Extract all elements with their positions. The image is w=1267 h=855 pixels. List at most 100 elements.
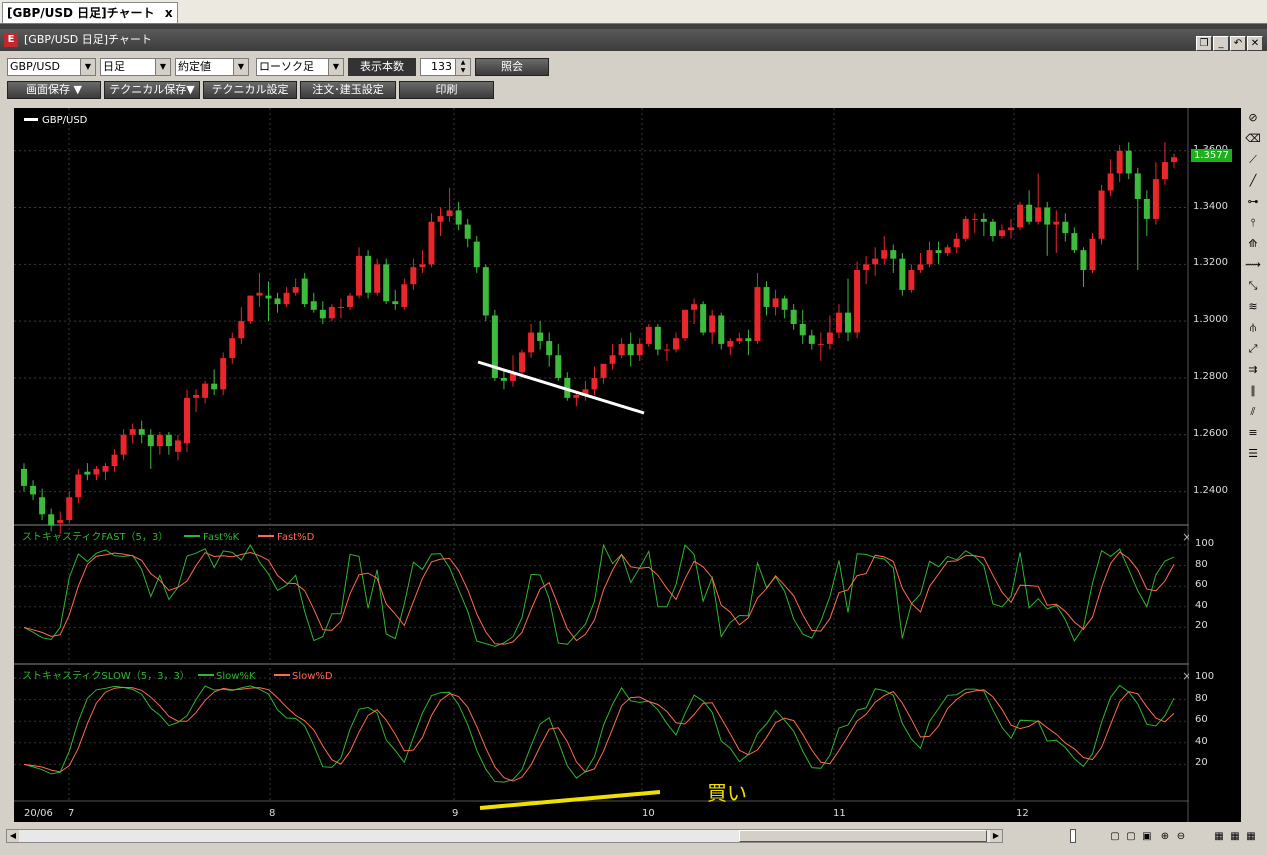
cycle-icon[interactable]: ⇉ bbox=[1245, 362, 1261, 378]
candle-body bbox=[1062, 221, 1069, 234]
print-button[interactable]: 印刷 bbox=[399, 81, 494, 99]
window-titlebar: E [GBP/USD 日足]チャート ❐ _ ↶ ✕ bbox=[0, 29, 1267, 51]
vertical-line-icon[interactable]: ⫯ bbox=[1245, 215, 1261, 231]
candle-body bbox=[1134, 173, 1141, 200]
period-select[interactable]: 日足 ▼ bbox=[100, 58, 171, 76]
candle-body bbox=[120, 434, 127, 455]
app-logo-icon: E bbox=[4, 33, 18, 47]
no-draw-icon[interactable]: ⊘ bbox=[1245, 110, 1261, 126]
display-count-input[interactable]: 133 ▲ ▼ bbox=[420, 58, 471, 76]
symbol-select[interactable]: GBP/USD ▼ bbox=[7, 58, 96, 76]
current-price-badge: 1.3577 bbox=[1191, 149, 1232, 163]
zoom-in-icon[interactable]: ⊕ bbox=[1158, 830, 1172, 843]
save-screen-button[interactable]: 画面保存 ▼ bbox=[7, 81, 101, 99]
price-type-value: 約定値 bbox=[178, 60, 211, 73]
candle-body bbox=[718, 315, 725, 344]
tile-icon-2[interactable]: ▦ bbox=[1228, 830, 1242, 843]
page-icon-2[interactable]: ▢ bbox=[1124, 830, 1138, 843]
equal-lines-icon[interactable]: ≡ bbox=[1245, 425, 1261, 441]
price-type-select[interactable]: 約定値 ▼ bbox=[175, 58, 249, 76]
candle-body bbox=[1008, 227, 1015, 231]
candle-body bbox=[446, 210, 453, 217]
window-title: [GBP/USD 日足]チャート bbox=[24, 33, 152, 46]
candle-body bbox=[21, 468, 27, 486]
candle-body bbox=[220, 358, 227, 390]
scroll-left-icon[interactable]: ◀ bbox=[7, 830, 19, 842]
eraser-icon[interactable]: ⌫ bbox=[1245, 131, 1261, 147]
candle-body bbox=[419, 264, 426, 268]
slow-y-tick-label: 20 bbox=[1195, 757, 1208, 769]
slow-y-tick-label: 80 bbox=[1195, 692, 1208, 704]
candle-body bbox=[917, 264, 924, 271]
scroll-right-icon[interactable]: ▶ bbox=[990, 830, 1002, 842]
candle-body bbox=[618, 343, 625, 356]
candle-body bbox=[1053, 221, 1060, 225]
scroll-thumb[interactable] bbox=[739, 830, 987, 842]
fast-k-label: Fast%K bbox=[203, 532, 240, 543]
candle-body bbox=[709, 315, 716, 333]
tile-icon-1[interactable]: ▦ bbox=[1212, 830, 1226, 843]
technical-settings-button[interactable]: テクニカル設定 bbox=[203, 81, 297, 99]
candle-body bbox=[75, 474, 82, 498]
line-icon[interactable]: ╱ bbox=[1245, 173, 1261, 189]
tile-icon-3[interactable]: ▦ bbox=[1244, 830, 1258, 843]
candle-body bbox=[872, 258, 879, 265]
candle-body bbox=[845, 312, 852, 333]
candle-body bbox=[935, 250, 942, 253]
regression-icon[interactable]: ⤡ bbox=[1245, 278, 1261, 294]
candle-body bbox=[301, 278, 308, 305]
candle-body bbox=[537, 332, 544, 342]
y-axis-labels: 1.36001.34001.32001.30001.28001.26001.24… bbox=[1189, 108, 1241, 822]
undo-icon[interactable]: ↶ bbox=[1230, 36, 1246, 51]
y-tick-label: 1.3200 bbox=[1193, 257, 1228, 269]
buy-annotation: 買い bbox=[707, 781, 747, 805]
x-axis-label: 9 bbox=[452, 808, 458, 819]
candle-body bbox=[1080, 250, 1087, 271]
candle-body bbox=[998, 230, 1005, 236]
close-tab-icon[interactable]: x bbox=[165, 3, 173, 23]
drawing-toolbar: ⊘ ⌫ ⟋ ╱ ⊶ ⫯ ⟰ ⟿ ⤡ ≋ ⫛ ⤢ ⇉ ∥ ⫽ ≡ ☰ bbox=[1243, 106, 1263, 823]
chart-canvas[interactable]: 買い GBP/USD ストキャスティクFAST（5，3） Fast%K Fast%D ×… bbox=[14, 108, 1189, 822]
spinner-icon[interactable]: ▲ ▼ bbox=[455, 59, 470, 75]
fibonacci-retracement-icon[interactable]: ≋ bbox=[1245, 299, 1261, 315]
chart-type-select[interactable]: ローソク足 ▼ bbox=[256, 58, 344, 76]
candle-body bbox=[1071, 233, 1078, 251]
fibonacci-arc-icon[interactable]: ⟿ bbox=[1245, 257, 1261, 273]
image-icon[interactable]: ▣ bbox=[1140, 830, 1154, 843]
document-tab[interactable]: [GBP/USD 日足]チャート x bbox=[2, 2, 178, 23]
page-icon-1[interactable]: ▢ bbox=[1108, 830, 1122, 843]
gann-fan-icon[interactable]: ⤢ bbox=[1245, 341, 1261, 357]
candle-body bbox=[1171, 157, 1177, 163]
candle-body bbox=[265, 295, 272, 299]
candle-body bbox=[111, 454, 118, 467]
candle-body bbox=[392, 301, 399, 305]
fast-y-tick-label: 20 bbox=[1195, 620, 1208, 632]
zoom-out-icon[interactable]: ⊖ bbox=[1174, 830, 1188, 843]
save-technical-button[interactable]: テクニカル保存▼ bbox=[104, 81, 200, 99]
document-tab-strip: [GBP/USD 日足]チャート x bbox=[0, 0, 1267, 24]
query-button[interactable]: 照会 bbox=[475, 58, 549, 76]
pitchfork-icon[interactable]: ⫛ bbox=[1245, 320, 1261, 336]
candle-body bbox=[691, 304, 698, 310]
candle-body bbox=[772, 298, 779, 307]
candle-body bbox=[346, 295, 353, 307]
candle-body bbox=[591, 377, 598, 390]
fast-y-tick-label: 60 bbox=[1195, 579, 1208, 591]
candle-body bbox=[1143, 199, 1150, 219]
candle-body bbox=[890, 250, 897, 259]
chevron-down-icon: ▼ bbox=[155, 59, 170, 75]
order-settings-button[interactable]: 注文･建玉設定 bbox=[300, 81, 396, 99]
candle-body bbox=[1026, 204, 1033, 222]
level-lines-icon[interactable]: ☰ bbox=[1245, 446, 1261, 462]
document-tab-title: [GBP/USD 日足]チャート bbox=[7, 6, 155, 20]
restore-icon[interactable]: ❐ bbox=[1196, 36, 1212, 51]
minimize-icon[interactable]: _ bbox=[1213, 36, 1229, 51]
channel-icon[interactable]: ∥ bbox=[1245, 383, 1261, 399]
horizontal-scrollbar[interactable]: ◀ ▶ bbox=[6, 829, 1003, 843]
horizontal-line-icon[interactable]: ⊶ bbox=[1245, 194, 1261, 210]
fibonacci-fan-icon[interactable]: ⟰ bbox=[1245, 236, 1261, 252]
close-icon[interactable]: ✕ bbox=[1247, 36, 1263, 51]
parallel-icon[interactable]: ⫽ bbox=[1245, 404, 1261, 420]
trendline-icon[interactable]: ⟋ bbox=[1245, 152, 1261, 168]
splitter-handle[interactable] bbox=[1070, 829, 1076, 843]
